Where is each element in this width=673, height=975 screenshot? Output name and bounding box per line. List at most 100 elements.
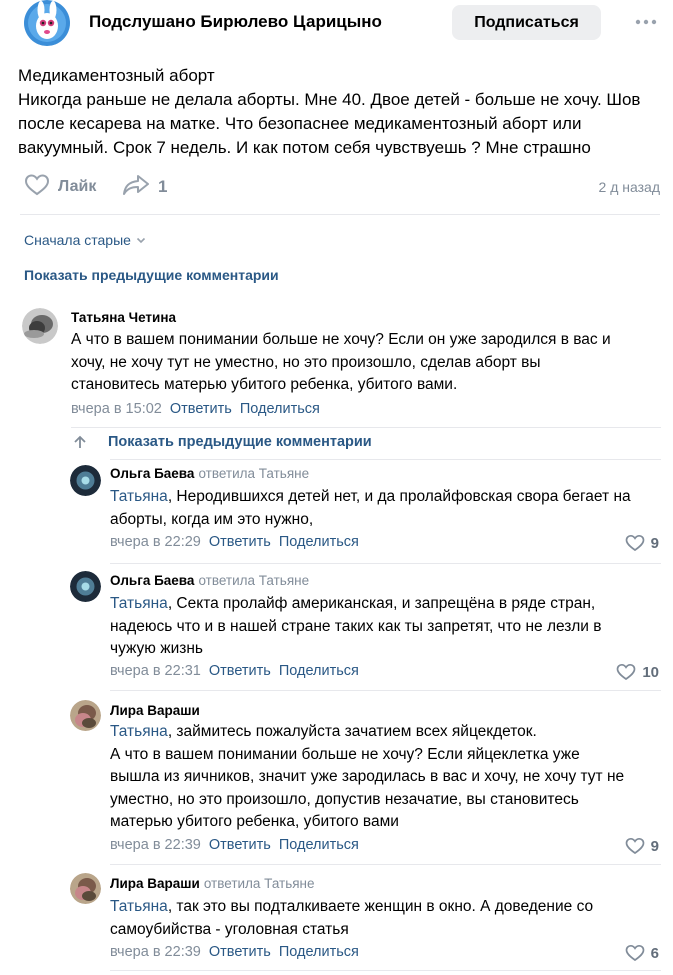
comment-time[interactable]: вчера в 22:39 xyxy=(110,944,201,960)
comment-line: уместно, но это произошло, допустив неза… xyxy=(110,790,579,808)
reply-link[interactable]: Ответить xyxy=(209,944,271,960)
group-name[interactable]: Подслушано Бирюлево Царицыно xyxy=(89,12,382,32)
share-icon xyxy=(122,173,150,202)
comment-meta: вчера в 15:02 Ответить Поделиться xyxy=(71,401,320,417)
divider xyxy=(110,459,661,460)
share-count: 1 xyxy=(158,177,168,196)
mention-link[interactable]: Татьяна xyxy=(110,488,168,505)
author-name[interactable]: Ольга Баева xyxy=(110,466,194,481)
post-header: Подслушано Бирюлево Царицыно Подписаться xyxy=(0,0,673,46)
comment-author[interactable]: Татьяна Четина xyxy=(71,310,176,325)
replied-to[interactable]: ответила Татьяне xyxy=(198,466,309,481)
divider xyxy=(110,690,661,691)
comment-time[interactable]: вчера в 15:02 xyxy=(71,401,162,417)
comment-like-button[interactable]: 10 xyxy=(616,663,659,681)
comment-line: А что в вашем понимании больше не хочу? … xyxy=(71,331,611,348)
comment-meta: вчера в 22:39 Ответить Поделиться xyxy=(110,837,359,853)
author-name[interactable]: Лира Вараши xyxy=(110,703,200,718)
chevron-down-icon xyxy=(135,234,147,246)
thread-show-previous-label: Показать предыдущие комментарии xyxy=(108,434,372,450)
like-label: Лайк xyxy=(58,178,97,195)
avatar[interactable] xyxy=(70,571,101,602)
avatar[interactable] xyxy=(70,700,101,731)
comment-line-text: , так это вы подталкиваете женщин в окно… xyxy=(167,898,594,915)
divider xyxy=(20,214,660,215)
comment-like-button[interactable]: 6 xyxy=(625,944,659,962)
comment-text: Татьяна, так это вы подталкиваете женщин… xyxy=(110,896,593,941)
author-name[interactable]: Лира Вараши xyxy=(110,876,200,891)
post-line: вакуумный. Срок 7 недель. И как потом се… xyxy=(18,138,591,157)
share-button[interactable]: 1 xyxy=(122,174,167,200)
post-timestamp[interactable]: 2 д назад xyxy=(599,179,660,195)
like-count: 9 xyxy=(650,837,659,855)
post-line: Никогда раньше не делала аборты. Мне 40.… xyxy=(18,90,641,109)
heart-icon xyxy=(625,534,651,552)
author-name[interactable]: Татьяна Четина xyxy=(71,310,176,325)
comment-like-button[interactable]: 9 xyxy=(625,837,659,855)
share-link[interactable]: Поделиться xyxy=(279,663,359,679)
share-link[interactable]: Поделиться xyxy=(279,837,359,853)
comment-line: Татьяна, так это вы подталкиваете женщин… xyxy=(110,896,593,919)
comment-line-text: , Секта пролайф американская, и запрещён… xyxy=(167,595,596,612)
comment-like-button[interactable]: 9 xyxy=(625,534,659,552)
subscribe-button[interactable]: Подписаться xyxy=(452,5,601,40)
heart-icon xyxy=(625,837,651,855)
avatar[interactable] xyxy=(22,308,58,344)
comment-author: Лира Вараши ответила Татьяне xyxy=(110,876,315,891)
comment-line: Татьяна, Секта пролайф американская, и з… xyxy=(110,593,601,616)
comment-line: А что в вашем понимании больше не хочу? … xyxy=(110,745,580,763)
comment-time[interactable]: вчера в 22:29 xyxy=(110,534,201,550)
heart-icon xyxy=(616,663,642,681)
comment-meta: вчера в 22:29 Ответить Поделиться xyxy=(110,534,359,550)
comment-line: аборты, когда им это нужно, xyxy=(110,510,314,528)
comment-text: Татьяна, Неродившихся детей нет, и да пр… xyxy=(110,486,631,531)
sort-dropdown[interactable]: Сначала старые xyxy=(24,232,147,248)
reply-link[interactable]: Ответить xyxy=(209,663,271,679)
more-options-icon[interactable] xyxy=(628,10,664,34)
comment-line-text: , займитесь пожалуйста зачатием всех яйц… xyxy=(167,723,537,740)
author-name[interactable]: Ольга Баева xyxy=(110,573,194,588)
like-button[interactable]: Лайк xyxy=(24,173,97,202)
replied-to[interactable]: ответила Татьяне xyxy=(198,573,309,588)
replied-to[interactable]: ответила Татьяне xyxy=(204,876,315,891)
divider xyxy=(110,970,661,971)
post-text: Медикаментозный аборт Никогда раньше не … xyxy=(18,64,658,160)
comment-time[interactable]: вчера в 22:39 xyxy=(110,837,201,853)
share-link[interactable]: Поделиться xyxy=(279,944,359,960)
avatar[interactable] xyxy=(70,465,101,496)
comment-line: чужую жизнь xyxy=(110,640,203,657)
reply-link[interactable]: Ответить xyxy=(209,837,271,853)
arrow-up-icon xyxy=(72,434,88,450)
comment-line-text: , Неродившихся детей нет, и да пролайфов… xyxy=(167,488,631,505)
like-count: 10 xyxy=(642,663,659,681)
share-link[interactable]: Поделиться xyxy=(279,534,359,550)
reply-link[interactable]: Ответить xyxy=(170,401,232,417)
comment-meta: вчера в 22:39 Ответить Поделиться xyxy=(110,944,359,960)
comment-author: Ольга Баева ответила Татьяне xyxy=(110,466,309,481)
mention-link[interactable]: Татьяна xyxy=(110,723,168,740)
mention-link[interactable]: Татьяна xyxy=(110,898,168,915)
avatar[interactable] xyxy=(70,873,101,904)
comment-time[interactable]: вчера в 22:31 xyxy=(110,663,201,679)
comment-line: надеюсь что и в нашей стране таких как т… xyxy=(110,617,602,635)
post-line: после кесарева на матке. Что безопаснее … xyxy=(18,114,582,133)
comment-author: Лира Вараши xyxy=(110,703,200,718)
comment-line: хочу, не хочу тут не уместно, но это про… xyxy=(71,353,541,371)
divider xyxy=(110,563,661,564)
reply-link[interactable]: Ответить xyxy=(209,534,271,550)
post-actions: Лайк 1 2 д назад xyxy=(0,172,673,202)
heart-icon xyxy=(625,944,651,962)
thread-show-previous[interactable]: Показать предыдущие комментарии xyxy=(72,432,372,452)
comment-text: Татьяна, займитесь пожалуйста зачатием в… xyxy=(110,721,624,834)
comment-text: А что в вашем понимании больше не хочу? … xyxy=(71,329,611,397)
show-previous-comments[interactable]: Показать предыдущие комментарии xyxy=(24,267,279,283)
comment-author: Ольга Баева ответила Татьяне xyxy=(110,573,309,588)
sort-label: Сначала старые xyxy=(24,232,131,248)
divider xyxy=(110,864,661,865)
share-link[interactable]: Поделиться xyxy=(240,401,320,417)
like-count: 6 xyxy=(650,944,659,962)
like-count: 9 xyxy=(650,534,659,552)
group-avatar[interactable] xyxy=(22,0,72,46)
heart-icon xyxy=(24,173,50,202)
mention-link[interactable]: Татьяна xyxy=(110,595,168,612)
